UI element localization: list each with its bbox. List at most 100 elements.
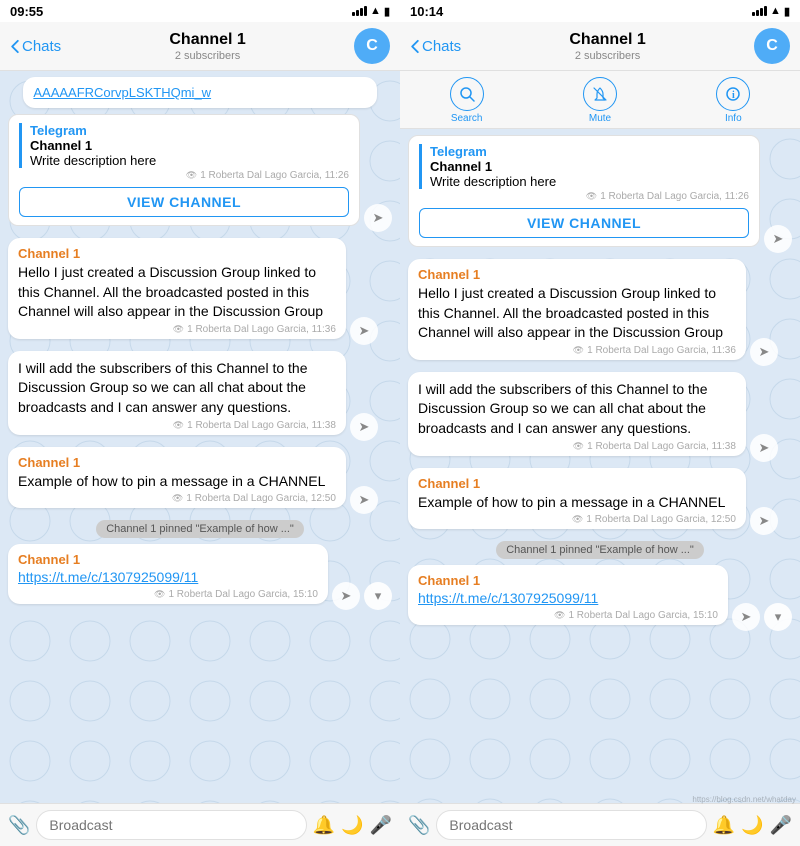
msg-channel-3-left: Channel 1 [18,455,336,470]
msg-meta-3-right: 👁 1 Roberta Dal Lago Garcia, 12:50 [418,514,736,525]
chat-area-left: AAAAAFRCorvpLSKTHQmi_w Telegram Channel … [0,71,400,803]
system-card-row-right: Telegram Channel 1 Write description her… [408,135,792,253]
emoji-icon-right[interactable]: 🌙 [741,815,763,836]
mute-action-btn[interactable]: Mute [570,77,630,124]
msg-row-link-right: Channel 1 https://t.me/c/1307925099/11 👁… [408,565,792,631]
avatar-left[interactable]: C [354,28,390,64]
info-action-btn[interactable]: i Info [703,77,763,124]
msg-text-2-left: I will add the subscribers of this Chann… [18,359,336,418]
link-top-bubble: AAAAAFRCorvpLSKTHQmi_w [23,77,376,108]
search-action-btn[interactable]: Search [437,77,497,124]
status-bar-right: 10:14 ▲ ▮ [400,0,800,22]
forward-btn-2-left[interactable]: ➤ [350,413,378,441]
broadcast-input-left[interactable] [36,810,306,840]
top-link-left[interactable]: AAAAAFRCorvpLSKTHQmi_w [33,85,366,100]
eye-icon-link-right: 👁 [554,610,565,621]
left-panel: 09:55 ▲ ▮ Chats Channel 1 2 subscribers … [0,0,400,846]
msg-meta-text-1-right: 1 Roberta Dal Lago Garcia, 11:36 [587,345,736,356]
wifi-icon-left: ▲ [370,5,381,17]
time-left: 09:55 [10,4,43,19]
back-button-right[interactable]: Chats [410,38,461,55]
eye-icon-3-right: 👁 [572,514,583,525]
mic-icon-right[interactable]: 🎤 [770,815,792,836]
forward-btn-3-left[interactable]: ➤ [350,486,378,514]
msg-meta-link-right: 👁 1 Roberta Dal Lago Garcia, 15:10 [418,610,718,621]
svg-text:i: i [732,90,735,101]
msg-row-3-left: Channel 1 Example of how to pin a messag… [8,447,392,515]
mute-action-label: Mute [589,113,611,124]
status-bar-left: 09:55 ▲ ▮ [0,0,400,22]
down-arrow-right[interactable]: ▾ [764,603,792,631]
msg-meta-text-3-right: 1 Roberta Dal Lago Garcia, 12:50 [586,514,736,525]
msg-channel-3-right: Channel 1 [418,476,736,491]
pinned-notif-left: Channel 1 pinned "Example of how ..." [96,520,304,538]
eye-icon-sys-right: 👁 [586,191,597,202]
mute-icon-circle [583,77,617,111]
signal-icon-left [352,6,367,16]
msg-meta-link-left: 👁 1 Roberta Dal Lago Garcia, 15:10 [18,589,318,600]
msg-row-3-right: Channel 1 Example of how to pin a messag… [408,468,792,536]
view-channel-btn-left[interactable]: VIEW CHANNEL [19,187,349,217]
channel-title-right: Channel 1 [569,30,645,49]
system-meta-left: 👁 1 Roberta Dal Lago Garcia, 11:26 [19,170,349,181]
forward-btn-sys-right[interactable]: ➤ [764,225,792,253]
msg-channel-link-left: Channel 1 [18,552,318,567]
avatar-right[interactable]: C [754,28,790,64]
msg-meta-text-3-left: 1 Roberta Dal Lago Garcia, 12:50 [186,493,336,504]
bell-icon-left[interactable]: 🔔 [313,815,335,836]
msg-row-2-left: I will add the subscribers of this Chann… [8,351,392,441]
status-icons-left: ▲ ▮ [352,5,390,18]
right-panel: 10:14 ▲ ▮ Chats Channel 1 2 subscribers … [400,0,800,846]
broadcast-input-right[interactable] [436,810,706,840]
battery-icon-right: ▮ [784,5,790,18]
forward-btn-1-left[interactable]: ➤ [350,317,378,345]
back-button-left[interactable]: Chats [10,38,61,55]
system-card-right: Telegram Channel 1 Write description her… [408,135,760,247]
eye-icon-2-left: 👁 [173,420,184,431]
channel-subtitle-left: 2 subscribers [169,50,245,62]
bell-icon-right[interactable]: 🔔 [713,815,735,836]
msg-bubble-link-right: Channel 1 https://t.me/c/1307925099/11 👁… [408,565,728,625]
mic-icon-left[interactable]: 🎤 [370,815,392,836]
pinned-notif-right: Channel 1 pinned "Example of how ..." [496,541,704,559]
msg-link-left[interactable]: https://t.me/c/1307925099/11 [18,569,198,585]
msg-link-right[interactable]: https://t.me/c/1307925099/11 [418,590,598,606]
forward-btn-link-right[interactable]: ➤ [732,603,760,631]
telegram-label-right: Telegram [430,144,749,159]
back-label-left: Chats [22,38,61,55]
back-label-right: Chats [422,38,461,55]
system-channel-label-left: Channel 1 [30,138,349,153]
input-bar-right: 📎 🔔 🌙 🎤 [400,803,800,846]
time-right: 10:14 [410,4,443,19]
forward-btn-3-right[interactable]: ➤ [750,507,778,535]
msg-bubble-1-right: Channel 1 Hello I just created a Discuss… [408,259,746,360]
nav-header-right: Chats Channel 1 2 subscribers C [400,22,800,71]
forward-btn-link-left[interactable]: ➤ [332,582,360,610]
msg-meta-text-link-right: 1 Roberta Dal Lago Garcia, 15:10 [568,610,718,621]
attach-icon-left[interactable]: 📎 [8,815,30,836]
eye-icon-sys-left: 👁 [186,170,197,181]
system-card-left: Telegram Channel 1 Write description her… [8,114,360,226]
status-icons-right: ▲ ▮ [752,5,790,18]
msg-channel-1-left: Channel 1 [18,246,336,261]
info-action-label: Info [725,113,742,124]
channel-subtitle-right: 2 subscribers [569,50,645,62]
msg-text-1-right: Hello I just created a Discussion Group … [418,284,736,343]
emoji-icon-left[interactable]: 🌙 [341,815,363,836]
forward-btn-1-right[interactable]: ➤ [750,338,778,366]
msg-channel-1-right: Channel 1 [418,267,736,282]
forward-btn-sys-left[interactable]: ➤ [364,204,392,232]
down-arrow-left[interactable]: ▾ [364,582,392,610]
system-meta-right: 👁 1 Roberta Dal Lago Garcia, 11:26 [419,191,749,202]
msg-meta-1-right: 👁 1 Roberta Dal Lago Garcia, 11:36 [418,345,736,356]
attach-icon-right[interactable]: 📎 [408,815,430,836]
search-icon-circle [450,77,484,111]
view-channel-btn-right[interactable]: VIEW CHANNEL [419,208,749,238]
forward-btn-2-right[interactable]: ➤ [750,434,778,462]
chat-area-right: Telegram Channel 1 Write description her… [400,129,800,803]
msg-meta-1-left: 👁 1 Roberta Dal Lago Garcia, 11:36 [18,324,336,335]
nav-header-left: Chats Channel 1 2 subscribers C [0,22,400,71]
system-description-left: Write description here [30,153,349,168]
system-card-border-left: Telegram Channel 1 Write description her… [19,123,349,168]
msg-meta-text-1-left: 1 Roberta Dal Lago Garcia, 11:36 [187,324,336,335]
